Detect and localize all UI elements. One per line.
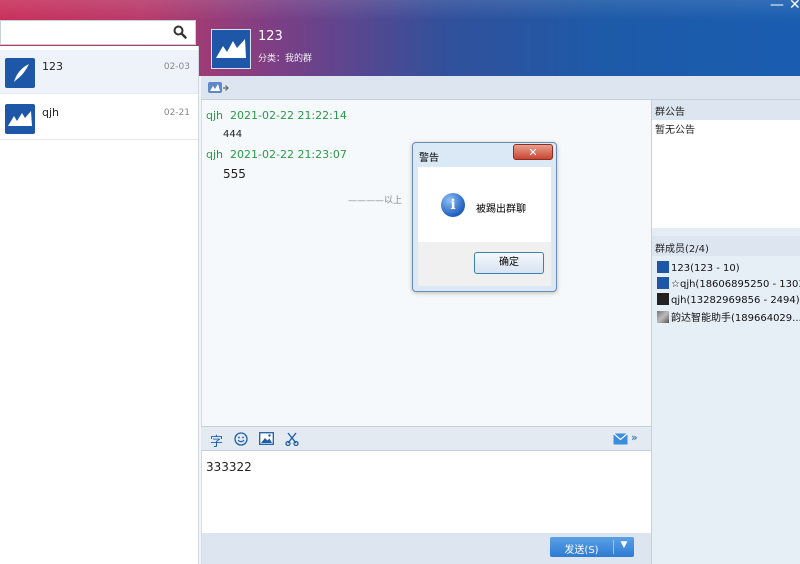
dialog-message: 被踢出群聊	[476, 204, 526, 215]
search-box[interactable]	[0, 20, 196, 45]
message-header: qjh 2021-02-22 21:23:07	[206, 148, 347, 161]
member-avatar-icon	[657, 261, 669, 273]
message-time: 2021-02-22 21:22:14	[230, 109, 347, 122]
message-toolbar	[201, 76, 651, 100]
members-title: 群成员(2/4)	[655, 244, 709, 255]
member-name: qjh(13282969856 - 2494)	[671, 295, 800, 306]
font-icon[interactable]: 字	[210, 431, 223, 450]
dialog-title: 警告	[419, 153, 439, 164]
conversation-item-qjh[interactable]: qjh 02-21	[0, 96, 198, 140]
chat-group-avatar[interactable]	[211, 29, 251, 69]
conversation-date: 02-21	[163, 108, 190, 118]
member-avatar-icon	[657, 293, 669, 305]
send-options-chevron-icon[interactable]: ▼	[616, 540, 632, 550]
sidebar-toolbar	[651, 76, 800, 100]
conversation-name: qjh	[42, 106, 60, 119]
conversation-name: 123	[42, 60, 63, 73]
notice-panel: 暂无公告	[652, 120, 800, 228]
message-input-area[interactable]	[201, 451, 651, 533]
chat-category: 分类：我的群	[258, 54, 313, 64]
search-input[interactable]	[3, 23, 167, 43]
dialog-body: i 被踢出群聊	[418, 167, 551, 242]
member-name: 韵达智能助手(189664029...	[671, 313, 800, 324]
search-icon[interactable]	[173, 25, 187, 39]
group-avatar-icon	[5, 58, 35, 88]
conversation-date: 02-03	[163, 62, 190, 72]
member-avatar-icon	[657, 277, 669, 289]
close-window-button[interactable]: ✕	[789, 0, 800, 13]
screenshot-scissors-icon[interactable]	[285, 432, 299, 446]
more-chevron-icon[interactable]: »	[631, 431, 638, 444]
conversation-item-123[interactable]: 123 02-03	[0, 50, 198, 94]
system-notice-line: ————以上	[348, 196, 403, 206]
message-input-text[interactable]: 333322	[206, 460, 252, 474]
dialog-footer: 确定	[418, 242, 551, 286]
notice-title: 群公告	[655, 107, 685, 118]
message-sender: qjh	[206, 148, 224, 161]
member-item[interactable]: qjh(13282969856 - 2494)	[657, 293, 800, 308]
title-bar-sheen	[0, 0, 800, 20]
message-time: 2021-02-22 21:23:07	[230, 148, 347, 161]
member-name: 123(123 - 10)	[671, 263, 740, 274]
send-button[interactable]: 发送(S) ▼	[550, 537, 634, 557]
send-button-label: 发送(S)	[564, 545, 599, 556]
member-item[interactable]: 韵达智能助手(189664029...	[657, 309, 800, 324]
message-text: 444	[223, 129, 243, 140]
warning-dialog: 警告 ✕ i 被踢出群聊 确定	[412, 142, 557, 292]
members-header: 群成员(2/4)	[652, 236, 800, 256]
message-sender: qjh	[206, 109, 224, 122]
notice-text: 暂无公告	[655, 125, 695, 136]
info-icon: i	[441, 193, 465, 217]
member-name: ☆qjh(18606895250 - 1303)	[671, 279, 800, 290]
member-item[interactable]: ☆qjh(18606895250 - 1303)	[657, 277, 800, 292]
input-toolbar: 字 »	[201, 426, 651, 451]
dialog-close-icon[interactable]: ✕	[513, 144, 553, 160]
user-avatar-icon	[5, 104, 35, 134]
chat-title: 123	[258, 29, 283, 44]
send-button-divider	[613, 540, 614, 554]
notice-header: 群公告	[652, 100, 800, 120]
member-avatar-icon	[657, 311, 669, 323]
conversation-list: 123 02-03 qjh 02-21	[0, 46, 199, 564]
group-tool-icon[interactable]	[207, 80, 229, 96]
message-header: qjh 2021-02-22 21:22:14	[206, 109, 347, 122]
minimize-button[interactable]: —	[770, 0, 784, 13]
emoji-icon[interactable]	[234, 432, 248, 446]
mail-icon[interactable]	[613, 433, 628, 445]
image-icon[interactable]	[259, 432, 274, 445]
ok-button[interactable]: 确定	[474, 252, 544, 274]
member-item[interactable]: 123(123 - 10)	[657, 261, 800, 276]
message-text: 555	[223, 167, 246, 181]
